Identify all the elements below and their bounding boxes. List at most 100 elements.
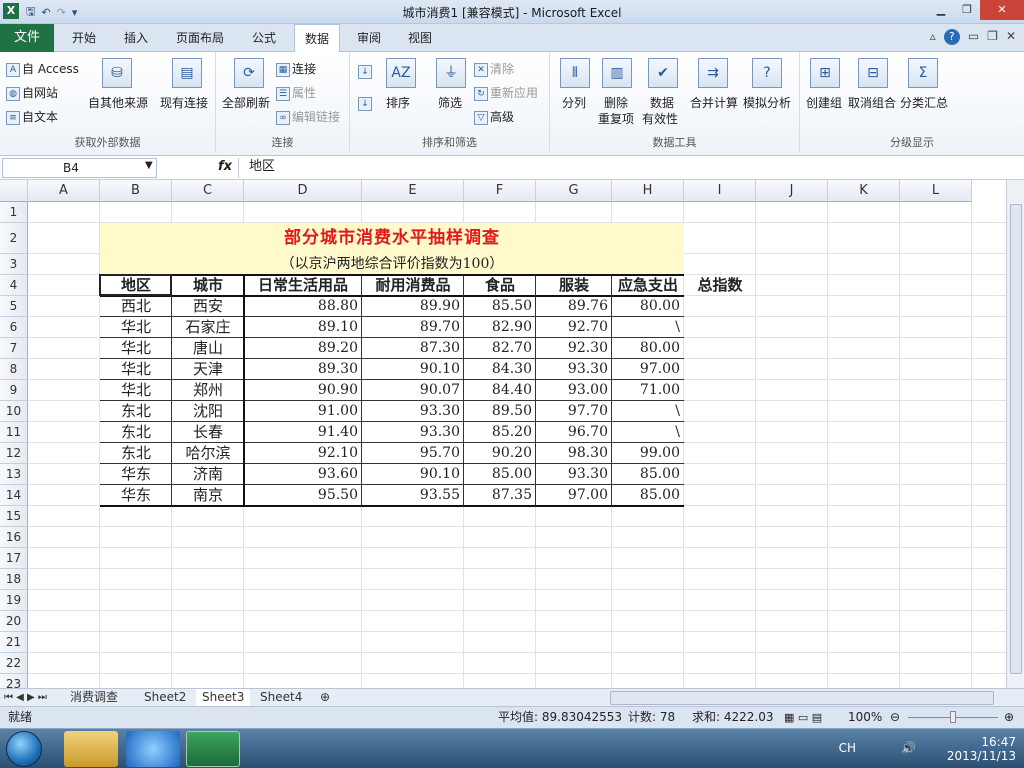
excel-taskbar-icon[interactable] (186, 731, 240, 767)
table-cell[interactable]: 95.70 (362, 443, 464, 464)
row-header-8[interactable]: 8 (0, 359, 28, 380)
table-cell[interactable]: 92.70 (536, 317, 612, 338)
insert-sheet-icon[interactable]: ⊕ (314, 689, 336, 707)
table-cell[interactable]: 石家庄 (172, 317, 244, 338)
sheet-tab-consumption[interactable]: 消费调查 (64, 689, 124, 707)
table-cell[interactable]: 郑州 (172, 380, 244, 401)
worksheet-grid[interactable]: A B C D E F G H I J K L 1 2 3 4 5 6 7 8 9 10 11 12 13 14 15 16 17 18 1… (0, 180, 1006, 688)
table-cell[interactable] (684, 317, 756, 338)
row-header-1[interactable]: 1 (0, 202, 28, 223)
formula-input[interactable]: 地区 (238, 158, 1014, 178)
table-cell[interactable]: 天津 (172, 359, 244, 380)
horizontal-scrollbar[interactable] (610, 691, 994, 705)
column-header-i[interactable]: I (684, 180, 756, 202)
clock-time[interactable]: 16:47 (947, 735, 1016, 749)
properties-button[interactable]: ☰ 属性 (276, 84, 316, 101)
column-header-b[interactable]: B (100, 180, 172, 202)
table-cell[interactable]: 80.00 (612, 338, 684, 359)
table-cell[interactable]: 89.10 (244, 317, 362, 338)
table-header-cell[interactable]: 总指数 (684, 275, 756, 296)
table-cell[interactable]: 89.76 (536, 296, 612, 317)
row-header-19[interactable]: 19 (0, 590, 28, 611)
filter-button[interactable]: 筛选 (438, 94, 462, 111)
tab-insert[interactable]: 插入 (124, 24, 148, 52)
minimize-ribbon-icon[interactable]: ▵ (930, 29, 936, 45)
table-cell[interactable]: 90.20 (464, 443, 536, 464)
sort-button[interactable]: 排序 (386, 94, 410, 111)
from-text-button[interactable]: ≡ 自文本 (6, 108, 58, 125)
row-header-22[interactable]: 22 (0, 653, 28, 674)
table-cell[interactable] (684, 443, 756, 464)
vertical-scrollbar[interactable] (1006, 180, 1024, 688)
zoom-level[interactable]: 100% (848, 707, 882, 728)
table-cell[interactable]: 99.00 (612, 443, 684, 464)
table-header-cell[interactable]: 服装 (536, 275, 612, 296)
table-cell[interactable] (684, 380, 756, 401)
from-access-button[interactable]: A自 Access (6, 60, 79, 77)
table-cell[interactable]: 85.00 (464, 464, 536, 485)
table-cell[interactable]: 85.00 (612, 464, 684, 485)
table-cell[interactable]: 90.10 (362, 464, 464, 485)
row-header-17[interactable]: 17 (0, 548, 28, 569)
table-cell[interactable] (684, 485, 756, 506)
table-cell[interactable]: 71.00 (612, 380, 684, 401)
table-cell[interactable]: 93.30 (362, 401, 464, 422)
table-cell[interactable]: 80.00 (612, 296, 684, 317)
table-cell[interactable]: 95.50 (244, 485, 362, 506)
table-cell[interactable]: 92.10 (244, 443, 362, 464)
what-if-analysis-button[interactable]: 模拟分析 (743, 94, 791, 111)
speaker-icon[interactable]: 🔊 (901, 741, 916, 755)
remove-duplicates-button[interactable]: 删除 (604, 94, 628, 111)
row-header-2[interactable]: 2 (0, 223, 28, 254)
table-cell[interactable]: 东北 (100, 443, 172, 464)
row-header-20[interactable]: 20 (0, 611, 28, 632)
column-header-a[interactable]: A (28, 180, 100, 202)
row-header-6[interactable]: 6 (0, 317, 28, 338)
table-cell[interactable]: 华东 (100, 464, 172, 485)
from-web-button[interactable]: ◍ 自网站 (6, 84, 58, 101)
table-cell[interactable]: 华北 (100, 338, 172, 359)
select-all-corner[interactable] (0, 180, 28, 202)
table-cell[interactable]: 82.90 (464, 317, 536, 338)
table-cell[interactable]: 90.10 (362, 359, 464, 380)
table-cell[interactable]: \ (612, 317, 684, 338)
vertical-scroll-thumb[interactable] (1010, 204, 1022, 674)
tab-file[interactable]: 文件 (0, 24, 54, 52)
clear-button[interactable]: ✕ 清除 (474, 60, 514, 77)
table-cell[interactable]: 长春 (172, 422, 244, 443)
ie-icon[interactable] (126, 731, 180, 767)
other-sources-button[interactable]: 自其他来源 (88, 94, 148, 111)
column-header-f[interactable]: F (464, 180, 536, 202)
existing-connections-button[interactable]: 现有连接 (160, 94, 208, 111)
table-cell[interactable]: 84.30 (464, 359, 536, 380)
table-cell[interactable] (684, 296, 756, 317)
row-header-3[interactable]: 3 (0, 254, 28, 275)
data-validation-button-2[interactable]: 有效性 (642, 110, 678, 127)
row-header-14[interactable]: 14 (0, 485, 28, 506)
minimize-button[interactable]: ▁ (928, 0, 954, 20)
row-header-7[interactable]: 7 (0, 338, 28, 359)
row-header-13[interactable]: 13 (0, 464, 28, 485)
column-header-j[interactable]: J (756, 180, 828, 202)
remove-duplicates-button-2[interactable]: 重复项 (598, 110, 634, 127)
table-cell[interactable]: 华北 (100, 380, 172, 401)
table-cell[interactable]: \ (612, 422, 684, 443)
table-cell[interactable]: 华东 (100, 485, 172, 506)
zoom-slider-thumb[interactable] (950, 711, 956, 723)
table-cell[interactable]: 西安 (172, 296, 244, 317)
row-header-16[interactable]: 16 (0, 527, 28, 548)
row-header-15[interactable]: 15 (0, 506, 28, 527)
start-button[interactable] (6, 731, 42, 767)
table-cell[interactable]: 89.90 (362, 296, 464, 317)
ungroup-button[interactable]: 取消组合 (848, 94, 896, 111)
table-cell[interactable]: 89.30 (244, 359, 362, 380)
column-header-g[interactable]: G (536, 180, 612, 202)
table-cell[interactable]: 89.20 (244, 338, 362, 359)
table-header-cell[interactable]: 城市 (172, 275, 244, 296)
table-cell[interactable] (684, 401, 756, 422)
table-header-cell[interactable]: 日常生活用品 (244, 275, 362, 296)
table-cell[interactable]: 97.00 (536, 485, 612, 506)
sheet-title[interactable]: 部分城市消费水平抽样调查 (100, 223, 684, 254)
table-cell[interactable]: 90.90 (244, 380, 362, 401)
tab-home[interactable]: 开始 (72, 24, 96, 52)
